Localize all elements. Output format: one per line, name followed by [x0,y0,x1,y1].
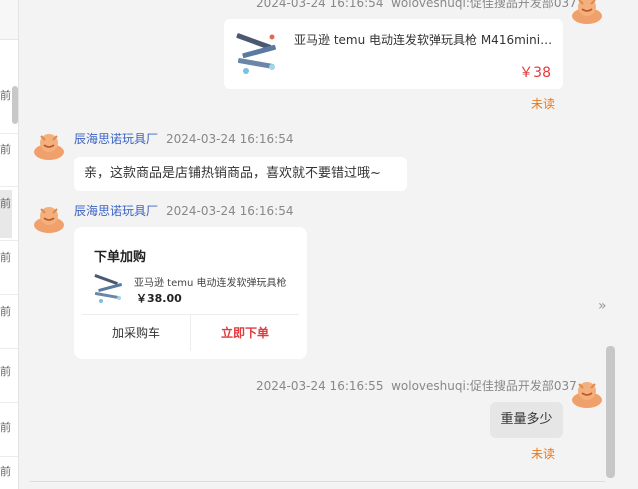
order-product-title[interactable]: 亚马逊 temu 电动连发软弹玩具枪 [134,274,294,289]
message-meta: 2024-03-24 16:16:54 woloveshuqi:促佳搜品开发部0… [256,0,577,11]
smiling-orange-avatar-icon[interactable] [33,201,65,233]
product-title: 亚马逊 temu 电动连发软弹玩具枪 M416mini跨... [294,33,554,47]
conversation-divider [0,240,18,241]
order-card: 下单加购 亚马逊 temu 电动连发软弹玩具枪 ￥38.00 加采购车 立即下单 [74,227,307,359]
conversation-divider [0,186,18,187]
smiling-orange-avatar-icon[interactable] [33,128,65,160]
conversation-item-time[interactable]: 前 [0,252,14,264]
conversation-divider [0,294,18,295]
text-bubble: 亲，这款商品是店铺热销商品，喜欢就不要错过哦~ [74,157,407,191]
conversation-item-time[interactable]: 前 [0,90,14,102]
self-text-bubble: 重量多少 [490,402,563,438]
conversation-item-time[interactable]: 前 [0,422,14,434]
chat-message-area: 2024-03-24 16:16:54 woloveshuqi:促佳搜品开发部0… [20,0,638,489]
message-time: 2024-03-24 16:16:54 [166,132,294,146]
message-text: 亲，这款商品是店铺热销商品，喜欢就不要错过哦~ [84,166,381,181]
order-card-heading: 下单加购 [94,250,147,265]
message-meta: 2024-03-24 16:16:55 woloveshuqi:促佳搜品开发部0… [256,377,577,394]
conversation-list-strip: 前 前 前 前 前 前 前 前 [0,0,19,489]
message-meta: 辰海思诺玩具厂 2024-03-24 16:16:54 [74,130,293,147]
product-card[interactable]: 亚马逊 temu 电动连发软弹玩具枪 M416mini跨... ￥38 [224,19,563,89]
conversation-item-time[interactable]: 前 [0,144,14,156]
conversation-divider [0,402,18,403]
smiling-orange-avatar-icon[interactable] [571,0,603,24]
message-sender: woloveshuqi:促佳搜品开发部037 [391,0,577,10]
order-product-price: ￥38.00 [136,292,182,305]
toy-gun-product-image[interactable] [92,272,126,306]
conversation-divider [0,348,18,349]
message-sender: woloveshuqi:促佳搜品开发部037 [391,379,577,393]
message-time: 2024-03-24 16:16:54 [166,204,294,218]
chat-input-divider [30,481,605,482]
message-time: 2024-03-24 16:16:54 [256,0,384,10]
message-sender[interactable]: 辰海思诺玩具厂 [74,204,158,218]
double-chevron-right-icon[interactable]: » [598,298,607,314]
smiling-orange-avatar-icon[interactable] [571,376,603,408]
unread-status: 未读 [531,447,556,461]
add-to-purchase-cart-button[interactable]: 加采购车 [82,315,190,351]
unread-status: 未读 [531,97,556,111]
conversation-list-header [0,0,18,40]
chat-scrollbar[interactable] [606,346,615,478]
buy-now-button[interactable]: 立即下单 [191,315,299,351]
message-sender[interactable]: 辰海思诺玩具厂 [74,132,158,146]
message-meta: 辰海思诺玩具厂 2024-03-24 16:16:54 [74,202,293,219]
message-time: 2024-03-24 16:16:55 [256,379,384,393]
conversation-item-time[interactable]: 前 [0,198,14,210]
conversation-divider [0,456,18,457]
toy-gun-product-image [236,33,276,74]
conversation-item-time[interactable]: 前 [0,366,14,378]
product-price: ￥38 [519,65,551,81]
conversation-divider [0,133,18,134]
conversation-item-time[interactable]: 前 [0,466,14,478]
conversation-item-time[interactable]: 前 [0,306,14,318]
